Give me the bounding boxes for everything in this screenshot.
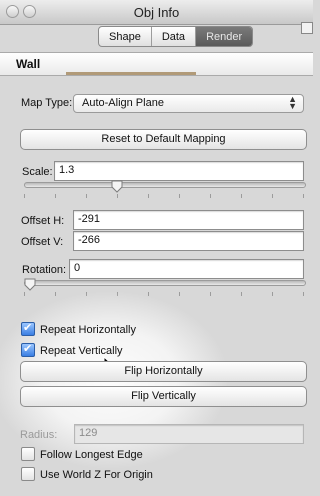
scale-slider[interactable]	[24, 182, 306, 188]
reset-mapping-button[interactable]: Reset to Default Mapping	[20, 129, 307, 150]
follow-longest-edge-checkbox[interactable]	[21, 447, 35, 461]
flip-vertically-button[interactable]: Flip Vertically	[20, 386, 307, 407]
repeat-horizontally-checkbox[interactable]	[21, 321, 35, 336]
repeat-horizontally-label: Repeat Horizontally	[40, 324, 136, 336]
map-type-label: Map Type:	[21, 97, 73, 109]
radius-label: Radius:	[20, 429, 58, 441]
use-world-z-checkbox[interactable]	[21, 467, 35, 481]
offset-v-value: -266	[78, 234, 101, 246]
radius-value: 129	[79, 427, 98, 439]
rotation-slider-thumb[interactable]	[24, 278, 36, 291]
texture-swatch	[66, 72, 196, 75]
tab-data[interactable]: Data	[152, 27, 197, 46]
rotation-field[interactable]: 0	[69, 259, 304, 279]
window-toolbar-toggle[interactable]	[301, 22, 313, 34]
offset-h-label: Offset H:	[21, 215, 65, 227]
offset-h-value: -291	[78, 213, 101, 225]
map-type-value: Auto-Align Plane	[82, 97, 164, 109]
map-type-select[interactable]: Auto-Align Plane ▲ ▼	[73, 94, 304, 113]
rotation-slider-ticks	[24, 292, 304, 296]
tab-bar: Shape Data Render	[98, 26, 254, 47]
title-bar: Obj Info	[0, 0, 313, 25]
scale-value: 1.3	[59, 164, 75, 176]
flip-horizontally-button[interactable]: Flip Horizontally	[20, 361, 307, 382]
offset-v-field[interactable]: -266	[73, 231, 304, 251]
use-world-z-label: Use World Z For Origin	[40, 469, 153, 481]
object-type-label: Wall	[16, 57, 41, 71]
follow-longest-edge-label: Follow Longest Edge	[40, 449, 143, 461]
tab-shape[interactable]: Shape	[99, 27, 152, 46]
select-arrows-icon: ▲ ▼	[288, 94, 297, 111]
tab-render[interactable]: Render	[196, 27, 253, 46]
rotation-label: Rotation:	[22, 264, 67, 276]
radius-field[interactable]: 129	[74, 424, 304, 444]
scale-slider-thumb[interactable]	[111, 180, 123, 193]
scale-field[interactable]: 1.3	[54, 161, 304, 181]
offset-h-field[interactable]: -291	[73, 210, 304, 230]
repeat-vertically-checkbox[interactable]	[21, 342, 35, 357]
offset-v-label: Offset V:	[21, 236, 64, 248]
scale-slider-ticks	[24, 194, 304, 198]
rotation-value: 0	[74, 262, 81, 274]
scale-label: Scale:	[22, 166, 53, 178]
rotation-slider[interactable]	[24, 280, 306, 286]
window-title: Obj Info	[133, 5, 180, 20]
